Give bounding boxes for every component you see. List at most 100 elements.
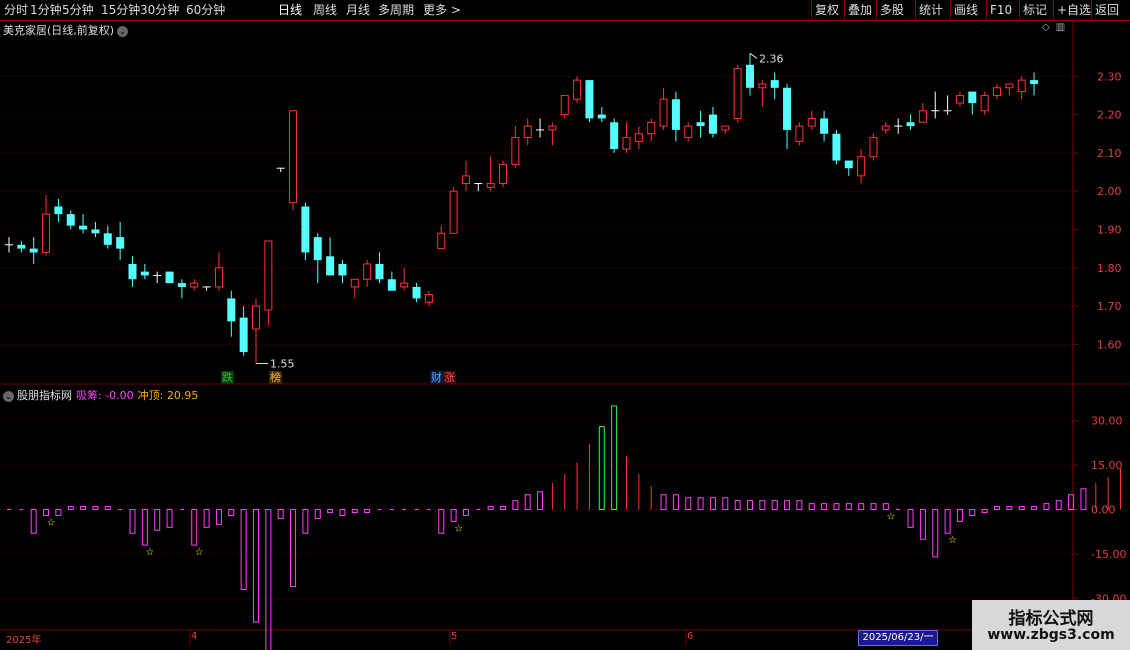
candle-up xyxy=(511,137,520,165)
candle-up xyxy=(659,98,668,127)
star-icon: ☆ xyxy=(886,512,895,523)
star-icon: ☆ xyxy=(454,523,463,534)
badge-zhang[interactable]: 涨 xyxy=(443,371,456,384)
candle-down xyxy=(844,160,853,169)
indicator-bar-small xyxy=(759,500,766,511)
candle-down xyxy=(116,237,125,249)
indicator-bar-small xyxy=(1031,506,1038,511)
indicator-bar-neg xyxy=(129,509,136,534)
candle-down xyxy=(610,122,619,150)
indicator-bar-neg xyxy=(364,509,371,514)
indicator-bar-neg xyxy=(944,509,951,534)
indicator-bar-small xyxy=(660,494,667,511)
indicator-bar-neg xyxy=(981,509,988,514)
indicator-bar-neg xyxy=(290,509,297,588)
candle-up xyxy=(214,267,223,288)
candle-down xyxy=(906,122,915,127)
watermark-url: www.zbgs3.com xyxy=(987,627,1115,643)
candle-up xyxy=(264,240,273,311)
indicator-bar-neg xyxy=(956,509,963,522)
indicator-bar-neg xyxy=(215,509,222,525)
indicator-bar-small xyxy=(672,494,679,511)
indicator-bar-top xyxy=(598,426,605,511)
candle-up xyxy=(523,125,532,139)
indicator-bar-neg xyxy=(327,509,334,514)
candle-down xyxy=(239,317,248,353)
high-price-label: 2.36 xyxy=(759,52,784,65)
x-label-jun: 6 xyxy=(687,631,694,642)
candle-up xyxy=(684,125,693,139)
candle-down xyxy=(301,206,310,253)
candle-down xyxy=(140,271,149,276)
price-tick-label: 1.90 xyxy=(1097,223,1122,236)
indicator-bar-neg xyxy=(141,509,148,546)
candle-down xyxy=(177,283,186,287)
x-label-year: 2025年 xyxy=(6,635,42,646)
candle-up xyxy=(437,232,446,250)
candle-up xyxy=(980,94,989,112)
indicator-tick-label: 0.00 xyxy=(1091,504,1116,517)
candle-up xyxy=(42,213,51,253)
candle-up xyxy=(918,110,927,123)
candle-up xyxy=(190,282,199,288)
candle-down xyxy=(783,87,792,130)
star-icon: ☆ xyxy=(195,547,204,558)
indicator-bar-neg xyxy=(314,509,321,519)
candle-down xyxy=(128,263,137,280)
badge-cai[interactable]: 财 xyxy=(430,371,443,384)
indicator-bar-neg xyxy=(450,509,457,522)
indicator-bar-small xyxy=(994,506,1000,511)
candle-down xyxy=(326,256,335,276)
star-icon: ☆ xyxy=(145,547,154,558)
candle-down xyxy=(412,286,421,299)
watermark: 指标公式网 www.zbgs3.com xyxy=(972,600,1130,650)
candle-down xyxy=(66,214,75,226)
candle-up xyxy=(807,117,816,127)
candle-down xyxy=(585,80,594,119)
candle-down xyxy=(54,206,63,215)
candle-down xyxy=(746,64,754,88)
indicator-bar-small xyxy=(524,494,531,511)
indicator-bar-neg xyxy=(339,509,346,516)
indicator-bar-small xyxy=(796,500,803,511)
indicator-bar-neg xyxy=(969,509,976,516)
indicator-bar-neg xyxy=(191,509,198,546)
badge-bang[interactable]: 榜 xyxy=(269,371,282,384)
candle-up xyxy=(647,121,656,135)
indicator-bar-small xyxy=(722,497,729,511)
indicator-bar-neg xyxy=(203,509,210,528)
candle-up xyxy=(548,125,557,131)
x-label-may: 5 xyxy=(451,631,458,642)
candle-up xyxy=(424,294,433,303)
candle-up xyxy=(461,175,470,185)
candle-down xyxy=(375,263,384,280)
candle-down xyxy=(770,80,779,88)
indicator-bar-small xyxy=(1043,503,1050,511)
indicator-bar-small xyxy=(1006,506,1013,511)
indicator-bar-small xyxy=(92,506,99,511)
candle-up xyxy=(449,190,458,234)
indicator-bar-neg xyxy=(277,509,284,519)
indicator-bar-neg xyxy=(265,509,272,650)
indicator-bar-neg xyxy=(919,509,926,540)
indicator-bar-small xyxy=(104,506,111,511)
candle-up xyxy=(1017,79,1026,93)
candle-down xyxy=(91,229,100,234)
indicator-bar-neg xyxy=(462,509,469,516)
price-tick-label: 2.00 xyxy=(1097,185,1122,198)
kline-chart[interactable]: 2.30 2.20 2.10 2.00 1.90 1.80 1.70 1.60 30.00 15.… xyxy=(0,0,1130,650)
candle-down xyxy=(968,91,977,104)
indicator-bar-neg xyxy=(302,509,309,534)
candle-down xyxy=(696,122,705,127)
indicator-bar-neg xyxy=(932,509,939,558)
indicator-bar-small xyxy=(487,506,494,511)
badge-die[interactable]: 跌 xyxy=(221,371,234,384)
candle-up xyxy=(573,79,582,100)
indicator-bar-small xyxy=(512,500,519,511)
price-tick-label: 2.20 xyxy=(1097,109,1122,122)
high-marker xyxy=(749,52,758,59)
candle-down xyxy=(17,244,26,249)
indicator-bar-small xyxy=(709,497,716,511)
candle-down xyxy=(832,133,841,161)
price-tick-label: 1.60 xyxy=(1097,338,1122,351)
